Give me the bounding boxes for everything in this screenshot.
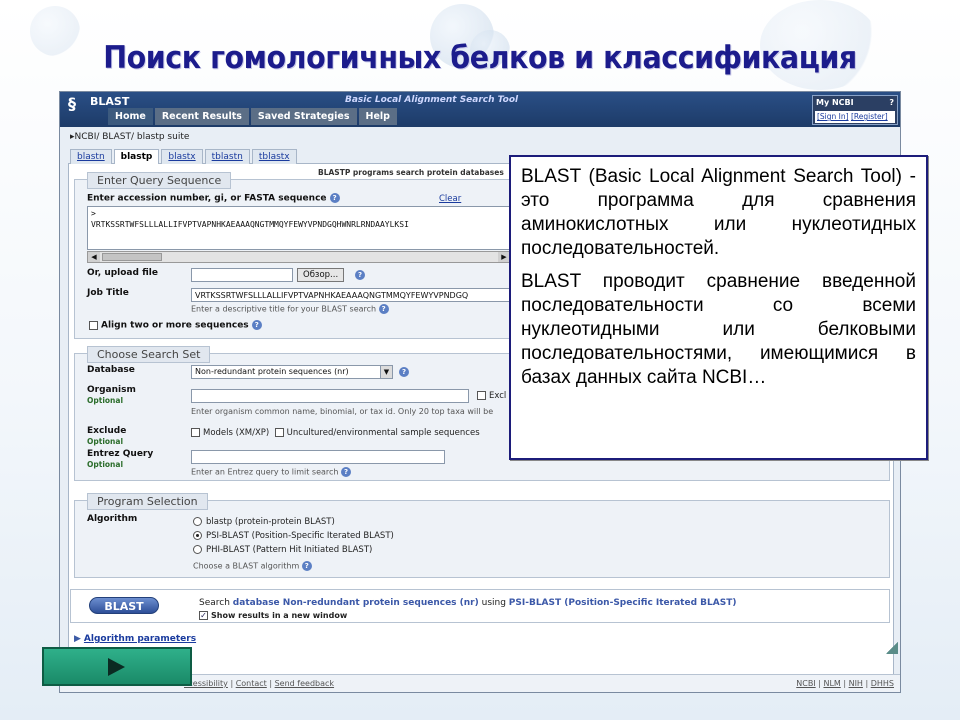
- organism-label: Organism: [87, 385, 136, 395]
- slide-title: Поиск гомологичных белков и классификаци…: [103, 40, 857, 76]
- tab-blastx[interactable]: blastx: [161, 149, 203, 164]
- submit-bar: BLAST Search database Non-redundant prot…: [70, 589, 890, 623]
- blast-submit-button[interactable]: BLAST: [89, 597, 159, 614]
- tab-tblastn[interactable]: tblastn: [204, 149, 250, 164]
- help-icon[interactable]: ?: [341, 467, 352, 477]
- job-title-input[interactable]: VRTKSSRTWFSLLLALLIFVPTVAPNHKAEAAAQNGTMMQ…: [191, 288, 521, 302]
- search-set-legend: Choose Search Set: [87, 346, 211, 363]
- radio-psiblast[interactable]: [193, 531, 202, 540]
- callout-paragraph-2: BLAST проводит сравнение введенной после…: [521, 271, 916, 388]
- sign-in-link[interactable]: [Sign In]: [817, 112, 849, 121]
- play-icon: [108, 658, 125, 676]
- clear-link[interactable]: Clear: [439, 194, 461, 204]
- job-title-label: Job Title: [87, 288, 129, 298]
- chevron-down-icon[interactable]: ▼: [380, 366, 392, 378]
- algorithm-label: Algorithm: [87, 514, 138, 524]
- nav-saved-strategies[interactable]: Saved Strategies: [250, 108, 357, 125]
- algo-option-psiblast[interactable]: PSI-BLAST (Position-Specific Iterated BL…: [193, 531, 394, 541]
- blast-logo-text: BLAST: [90, 95, 130, 108]
- entrez-optional: Optional: [87, 460, 124, 469]
- program-tabs: blastn blastp blastx tblastn tblastx: [70, 149, 297, 164]
- upload-label: Or, upload file: [87, 268, 158, 278]
- help-icon[interactable]: ?: [329, 193, 340, 203]
- footer-nlm-link[interactable]: NLM: [823, 679, 840, 688]
- align-two-checkbox[interactable]: [89, 320, 98, 330]
- browse-button[interactable]: Обзор...: [297, 268, 345, 282]
- exclude-optional: Optional: [87, 437, 124, 446]
- blast-header: § BLAST Basic Local Alignment Search Too…: [60, 92, 900, 127]
- database-label: Database: [87, 365, 135, 375]
- blast-logo-icon: §: [68, 94, 76, 113]
- organism-optional: Optional: [87, 396, 124, 405]
- scroll-left-icon[interactable]: ◀: [88, 252, 100, 262]
- new-window-checkbox[interactable]: [199, 611, 208, 620]
- radio-phiblast[interactable]: [193, 545, 202, 554]
- scroll-thumb[interactable]: [102, 253, 162, 261]
- algo-option-phiblast[interactable]: PHI-BLAST (Pattern Hit Initiated BLAST): [193, 545, 372, 555]
- exclude-uncultured-checkbox[interactable]: [274, 428, 284, 437]
- nav-help[interactable]: Help: [358, 108, 397, 125]
- help-icon[interactable]: ?: [399, 367, 409, 377]
- footer-ncbi-link[interactable]: NCBI: [796, 679, 815, 688]
- breadcrumb[interactable]: ▸NCBI/ BLAST/ blastp suite: [70, 132, 189, 142]
- register-link[interactable]: [Register]: [851, 112, 888, 121]
- algo-option-blastp[interactable]: blastp (protein-protein BLAST): [193, 517, 335, 527]
- help-icon[interactable]: ?: [301, 561, 312, 571]
- nav-home[interactable]: Home: [108, 108, 153, 125]
- footer-dhhs-link[interactable]: DHHS: [871, 679, 894, 688]
- help-icon[interactable]: ?: [251, 320, 262, 330]
- triangle-right-icon[interactable]: ▶: [74, 634, 81, 644]
- entrez-query-input[interactable]: [191, 450, 445, 464]
- my-ncbi-links: [Sign In] [Register]: [815, 111, 895, 123]
- footer-contact-link[interactable]: Contact: [236, 679, 267, 688]
- query-horizontal-scrollbar[interactable]: ◀ ▶: [87, 251, 511, 263]
- tab-blastn[interactable]: blastn: [70, 149, 112, 164]
- exclude-models-checkbox[interactable]: [191, 428, 200, 437]
- resize-corner-icon: [886, 642, 898, 654]
- program-selection-section: Program Selection Algorithm blastp (prot…: [74, 493, 890, 578]
- main-nav: Home Recent Results Saved Strategies Hel…: [108, 108, 397, 125]
- entrez-label: Entrez Query: [87, 449, 154, 459]
- play-button[interactable]: [42, 647, 192, 686]
- query-legend: Enter Query Sequence: [87, 172, 232, 189]
- organism-input[interactable]: [191, 389, 469, 403]
- organism-exclude-checkbox[interactable]: [477, 391, 486, 400]
- help-icon[interactable]: ?: [355, 270, 365, 280]
- nav-recent-results[interactable]: Recent Results: [154, 108, 249, 125]
- exclude-label: Exclude: [87, 426, 127, 436]
- callout-paragraph-1: BLAST (Basic Local Alignment Search Tool…: [521, 166, 916, 259]
- footer-feedback-link[interactable]: Send feedback: [275, 679, 334, 688]
- help-icon[interactable]: ?: [889, 98, 894, 107]
- header-subtitle: Basic Local Alignment Search Tool: [345, 95, 519, 105]
- tab-blastp[interactable]: blastp: [113, 149, 160, 164]
- footer-nih-link[interactable]: NIH: [849, 679, 863, 688]
- description-callout: BLAST (Basic Local Alignment Search Tool…: [509, 155, 928, 460]
- my-ncbi-box: My NCBI ? [Sign In] [Register]: [812, 95, 898, 125]
- upload-file-input[interactable]: [191, 268, 293, 282]
- database-select[interactable]: Non-redundant protein sequences (nr) ▼: [191, 365, 393, 379]
- program-legend: Program Selection: [87, 493, 208, 510]
- align-two-label: Align two or more sequences: [101, 320, 249, 331]
- organism-hint: Enter organism common name, binomial, or…: [191, 407, 494, 416]
- algorithm-hint: Choose a BLAST algorithm: [193, 561, 300, 571]
- new-window-label: Show results in a new window: [211, 611, 348, 620]
- query-label: Enter accession number, gi, or FASTA seq…: [87, 193, 327, 204]
- radio-blastp[interactable]: [193, 517, 202, 526]
- algorithm-parameters-link[interactable]: Algorithm parameters: [84, 634, 196, 644]
- entrez-hint: Enter an Entrez query to limit search: [191, 467, 339, 477]
- job-title-hint: Enter a descriptive title for your BLAST…: [191, 304, 377, 314]
- tab-description: BLASTP programs search protein databases: [318, 168, 504, 177]
- help-icon[interactable]: ?: [378, 304, 389, 314]
- my-ncbi-title: My NCBI: [816, 98, 854, 107]
- tab-tblastx[interactable]: tblastx: [251, 149, 297, 164]
- search-summary: Search database Non-redundant protein se…: [199, 598, 737, 608]
